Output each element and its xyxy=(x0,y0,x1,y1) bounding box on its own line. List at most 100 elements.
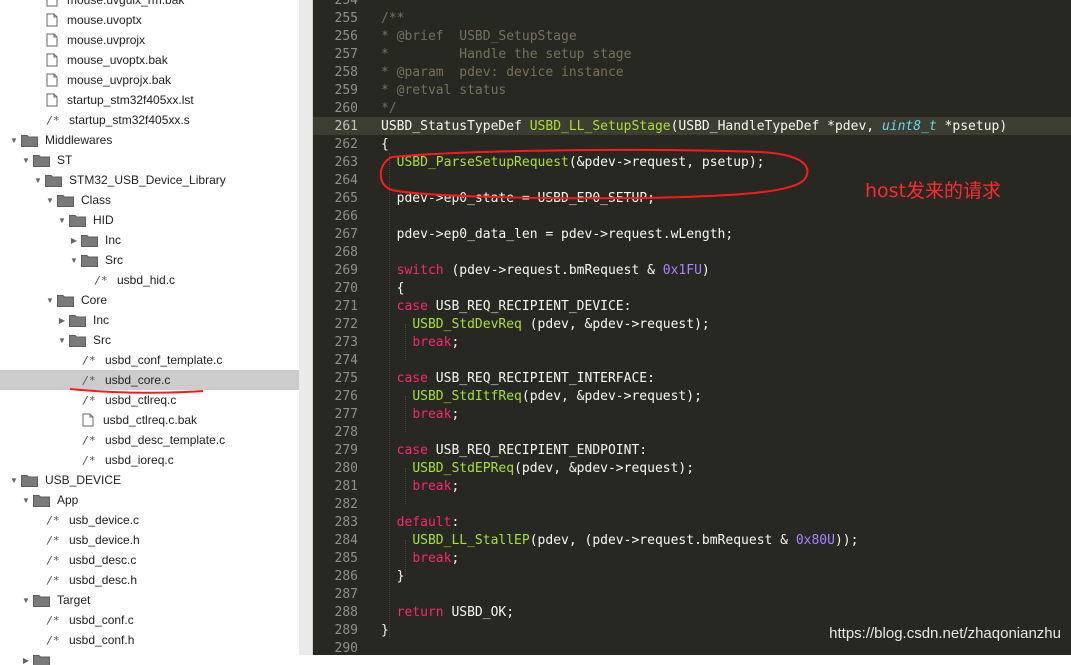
code-text: { xyxy=(381,137,389,152)
tree-folder[interactable]: ▼ Target xyxy=(0,590,299,610)
code-line[interactable]: 270 { xyxy=(313,279,1071,297)
code-line[interactable]: 267 pdev->ep0_data_len = pdev->request.w… xyxy=(313,225,1071,243)
code-line[interactable]: 275 case USB_REQ_RECIPIENT_INTERFACE: xyxy=(313,369,1071,387)
code-text: * Handle the setup stage xyxy=(381,47,631,62)
chevron-right-icon[interactable]: ▶ xyxy=(68,230,80,250)
code-line[interactable]: 274 xyxy=(313,351,1071,369)
code-line[interactable]: 262 { xyxy=(313,135,1071,153)
tree-file[interactable]: /* usbd_desc.c xyxy=(0,550,299,570)
chevron-down-icon[interactable]: ▼ xyxy=(44,190,56,210)
tree-item-label: usbd_ctlreq.c.bak xyxy=(103,413,198,427)
code-line[interactable]: 282 xyxy=(313,495,1071,513)
tree-item-label: mouse.uvguix_rm.bak xyxy=(67,0,185,7)
code-line[interactable]: 286 } xyxy=(313,567,1071,585)
chevron-down-icon[interactable]: ▼ xyxy=(56,330,68,350)
tree-folder[interactable]: ▼ STM32_USB_Device_Library xyxy=(0,170,299,190)
chevron-down-icon[interactable]: ▼ xyxy=(8,470,20,490)
line-number: 261 xyxy=(334,118,358,134)
code-line[interactable]: 257 * Handle the setup stage xyxy=(313,45,1071,63)
tree-file[interactable]: usbd_ctlreq.c.bak xyxy=(0,410,299,430)
tree-file[interactable]: /* usbd_conf_template.c xyxy=(0,350,299,370)
tree-file[interactable]: mouse_uvprojx.bak xyxy=(0,70,299,90)
c-source-icon: /* xyxy=(82,393,96,407)
chevron-down-icon[interactable]: ▼ xyxy=(32,170,44,190)
tree-file[interactable]: /* usbd_core.c xyxy=(0,370,299,390)
code-line[interactable]: 279 case USB_REQ_RECIPIENT_ENDPOINT: xyxy=(313,441,1071,459)
tree-folder[interactable]: ▼ Middlewares xyxy=(0,130,299,150)
tree-item-label: USB_DEVICE xyxy=(45,473,122,487)
tree-item-label: App xyxy=(57,493,79,507)
tree-file[interactable]: mouse_uvoptx.bak xyxy=(0,50,299,70)
code-line[interactable]: 260 */ xyxy=(313,99,1071,117)
panel-splitter[interactable] xyxy=(299,0,313,655)
tree-file[interactable]: mouse.uvprojx xyxy=(0,30,299,50)
chevron-down-icon[interactable]: ▼ xyxy=(8,130,20,150)
code-line[interactable]: 258 * @param pdev: device instance xyxy=(313,63,1071,81)
tree-file[interactable]: /* usb_device.h xyxy=(0,530,299,550)
code-line[interactable]: 287 xyxy=(313,585,1071,603)
code-line[interactable]: 273 break; xyxy=(313,333,1071,351)
tree-file[interactable]: /* usbd_ioreq.c xyxy=(0,450,299,470)
code-line[interactable]: 280 USBD_StdEPReq(pdev, &pdev->request); xyxy=(313,459,1071,477)
tree-folder[interactable]: ▼ App xyxy=(0,490,299,510)
code-line[interactable]: 254 xyxy=(313,0,1071,9)
code-line[interactable]: 263 USBD_ParseSetupRequest(&pdev->reques… xyxy=(313,153,1071,171)
code-line[interactable]: 281 break; xyxy=(313,477,1071,495)
chevron-down-icon[interactable]: ▼ xyxy=(20,150,32,170)
tree-file[interactable]: /* usbd_desc_template.c xyxy=(0,430,299,450)
tree-file[interactable]: /* usbd_conf.c xyxy=(0,610,299,630)
tree-file[interactable]: /* usb_device.c xyxy=(0,510,299,530)
tree-file[interactable]: /* startup_stm32f405xx.s xyxy=(0,110,299,130)
tree-file[interactable]: startup_stm32f405xx.lst xyxy=(0,90,299,110)
code-line[interactable]: 284 USBD_LL_StallEP(pdev, (pdev->request… xyxy=(313,531,1071,549)
code-line[interactable]: 256 * @brief USBD_SetupStage xyxy=(313,27,1071,45)
chevron-down-icon[interactable]: ▼ xyxy=(20,490,32,510)
chevron-down-icon[interactable]: ▼ xyxy=(56,210,68,230)
code-line[interactable]: 278 xyxy=(313,423,1071,441)
tree-file[interactable]: mouse.uvoptx xyxy=(0,10,299,30)
chevron-down-icon[interactable]: ▼ xyxy=(44,290,56,310)
tree-folder[interactable]: ▼ HID xyxy=(0,210,299,230)
tree-file[interactable]: /* usbd_desc.h xyxy=(0,570,299,590)
tree-folder[interactable]: ▶ xyxy=(0,650,299,665)
code-line[interactable]: 272 USBD_StdDevReq (pdev, &pdev->request… xyxy=(313,315,1071,333)
code-line[interactable]: 288 return USBD_OK; xyxy=(313,603,1071,621)
tree-folder[interactable]: ▼ Class xyxy=(0,190,299,210)
chevron-right-icon[interactable]: ▶ xyxy=(56,310,68,330)
tree-item-label: HID xyxy=(93,213,114,227)
code-line[interactable]: 266 xyxy=(313,207,1071,225)
code-line[interactable]: 259 * @retval status xyxy=(313,81,1071,99)
code-line[interactable]: 269 switch (pdev->request.bmRequest & 0x… xyxy=(313,261,1071,279)
code-token: case xyxy=(396,442,428,458)
tree-folder[interactable]: ▶ Inc xyxy=(0,310,299,330)
tree-folder[interactable]: ▼ USB_DEVICE xyxy=(0,470,299,490)
code-line[interactable]: 271 case USB_REQ_RECIPIENT_DEVICE: xyxy=(313,297,1071,315)
tree-folder[interactable]: ▼ Core xyxy=(0,290,299,310)
code-line[interactable]: 255 /** xyxy=(313,9,1071,27)
tree-folder[interactable]: ▼ Src xyxy=(0,330,299,350)
code-line[interactable]: 277 break; xyxy=(313,405,1071,423)
tree-file[interactable]: mouse.uvguix_rm.bak xyxy=(0,0,299,10)
tree-file[interactable]: /* usbd_conf.h xyxy=(0,630,299,650)
code-line[interactable]: 276 USBD_StdItfReq(pdev, &pdev->request)… xyxy=(313,387,1071,405)
folder-icon xyxy=(32,490,50,510)
tree-file[interactable]: /* usbd_ctlreq.c xyxy=(0,390,299,410)
code-line[interactable]: 283 default: xyxy=(313,513,1071,531)
code-token: ; xyxy=(451,550,460,566)
code-editor[interactable]: 254 255 /** 256 * @brief USBD_SetupStage 257 *… xyxy=(313,0,1071,655)
tree-file[interactable]: /* usbd_hid.c xyxy=(0,270,299,290)
code-line[interactable]: 268 xyxy=(313,243,1071,261)
code-line[interactable]: 261 USBD_StatusTypeDef USBD_LL_SetupStage… xyxy=(313,117,1071,135)
tree-folder[interactable]: ▼ Src xyxy=(0,250,299,270)
chevron-right-icon[interactable]: ▶ xyxy=(20,650,32,665)
chevron-down-icon[interactable]: ▼ xyxy=(20,590,32,610)
chevron-down-icon[interactable]: ▼ xyxy=(68,250,80,270)
tree-folder[interactable]: ▼ ST xyxy=(0,150,299,170)
tree-folder[interactable]: ▶ Inc xyxy=(0,230,299,250)
code-line[interactable]: 285 break; xyxy=(313,549,1071,567)
code-text: break; xyxy=(381,479,459,494)
